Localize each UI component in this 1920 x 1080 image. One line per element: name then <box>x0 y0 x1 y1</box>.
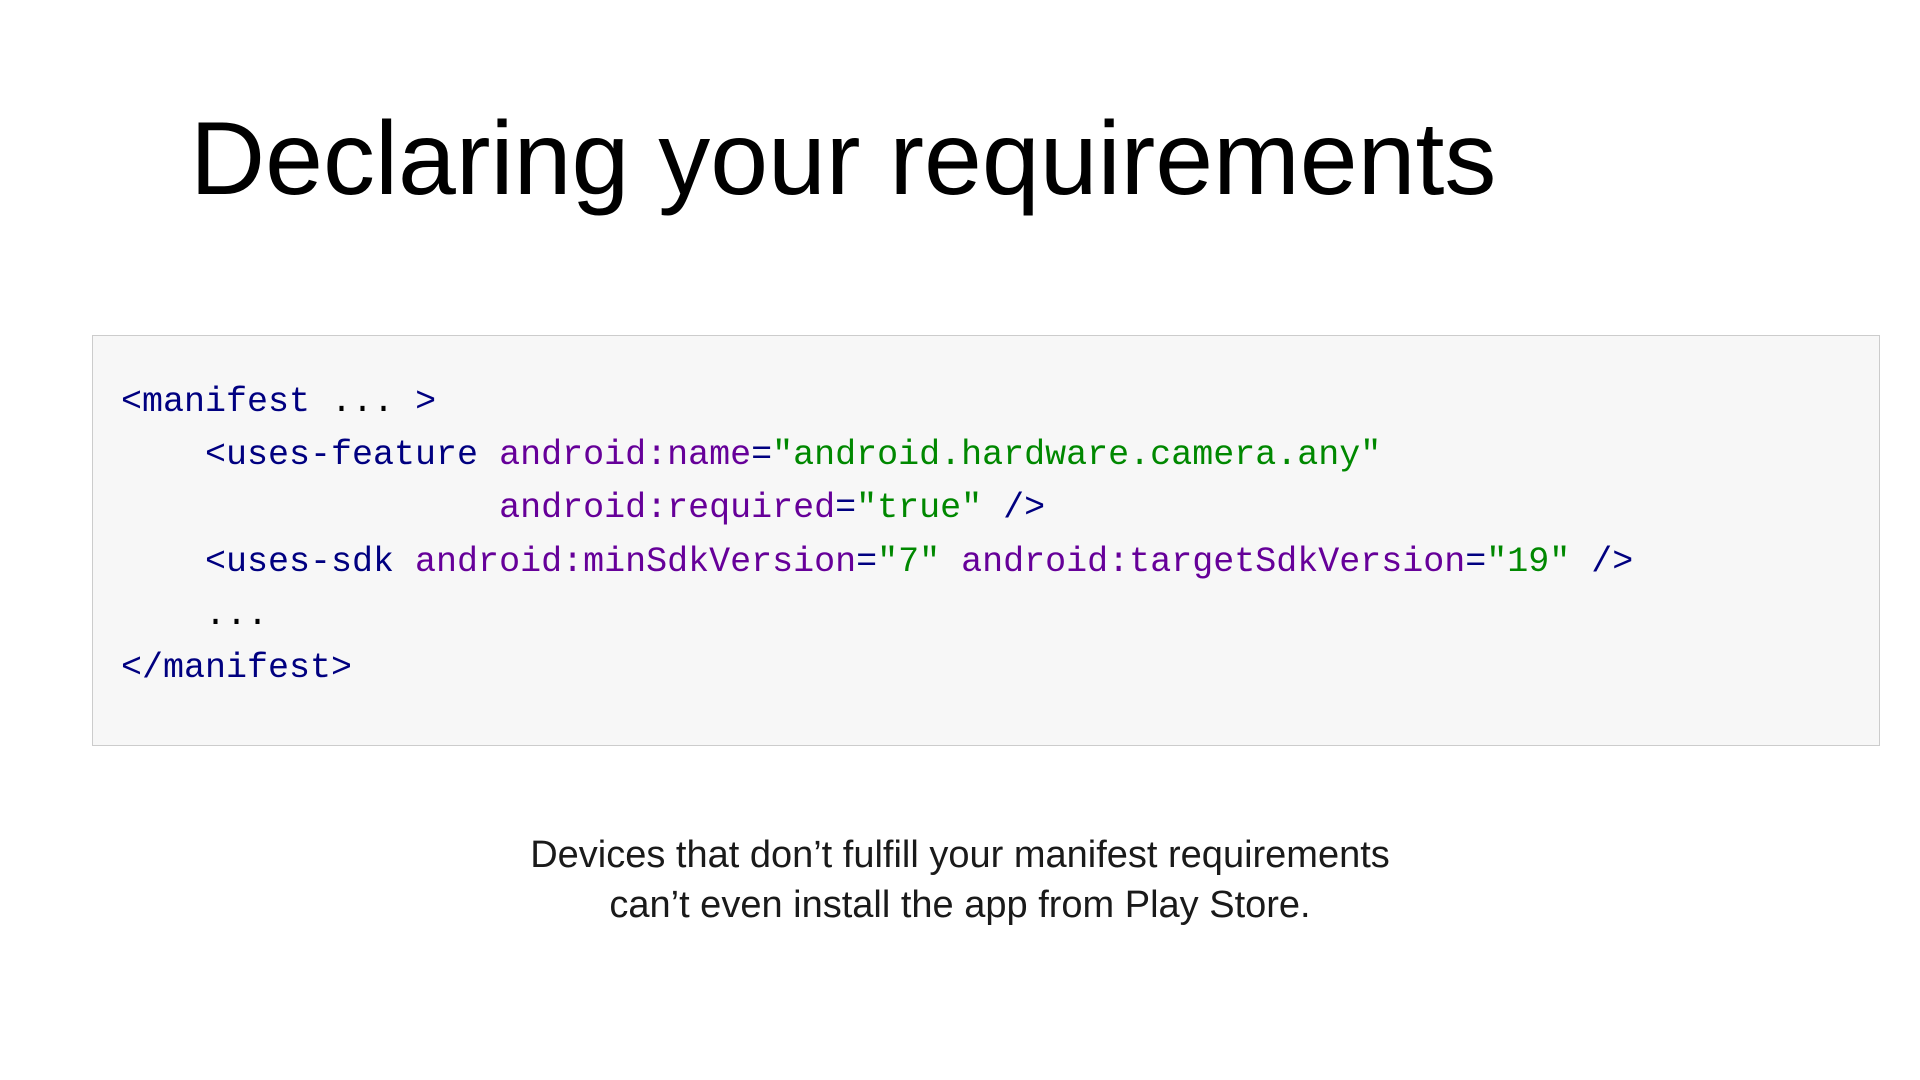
code-token: </manifest> <box>121 648 352 688</box>
code-token: "true" <box>856 488 982 528</box>
code-token: android:targetSdkVersion <box>940 542 1465 582</box>
slide-title: Declaring your requirements <box>190 100 1496 219</box>
code-token: /> <box>1570 542 1633 582</box>
code-token: = <box>751 435 772 475</box>
caption-line-2: can’t even install the app from Play Sto… <box>0 880 1920 930</box>
code-token: <manifest <box>121 382 310 422</box>
code-token: "19" <box>1486 542 1570 582</box>
caption-line-1: Devices that don’t fulfill your manifest… <box>0 830 1920 880</box>
code-block: <manifest ... > <uses-feature android:na… <box>92 335 1880 746</box>
code-token: "7" <box>877 542 940 582</box>
code-token: "android.hardware.camera.any" <box>772 435 1381 475</box>
code-token: = <box>856 542 877 582</box>
code-token: android:required <box>499 488 835 528</box>
code-token: = <box>835 488 856 528</box>
code-token: android:minSdkVersion <box>394 542 856 582</box>
slide: Declaring your requirements <manifest ..… <box>0 0 1920 1080</box>
code-token: = <box>1465 542 1486 582</box>
code-token: <uses-feature <box>205 435 478 475</box>
caption: Devices that don’t fulfill your manifest… <box>0 830 1920 930</box>
code-token: <uses-sdk <box>205 542 394 582</box>
code-token: android:name <box>478 435 751 475</box>
code-content: <manifest ... > <uses-feature android:na… <box>121 376 1851 695</box>
code-token: /> <box>982 488 1045 528</box>
code-token: ... <box>205 595 268 635</box>
code-token: ... <box>310 382 415 422</box>
code-token: > <box>415 382 436 422</box>
